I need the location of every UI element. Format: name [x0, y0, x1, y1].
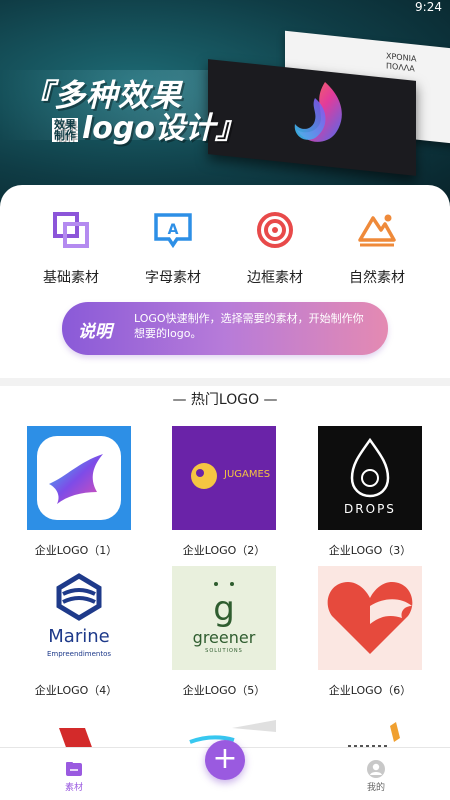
category-frame[interactable]: 边框素材 [230, 210, 320, 287]
logo-caption: 企业LOGO（3） [328, 544, 412, 557]
logo-text: Marine [48, 626, 110, 647]
status-time: 9:24 [415, 0, 442, 14]
logo-caption: 企业LOGO（4） [34, 684, 118, 697]
flame-logo-icon [294, 82, 342, 142]
letter-material-icon: A [154, 213, 192, 249]
instructions-text: LOGO快速制作，选择需要的素材，开始制作你想要的logo。 [134, 312, 364, 340]
create-logo-button[interactable]: + [205, 740, 245, 780]
logo-text: DROPS [344, 502, 396, 516]
category-label: 基础素材 [43, 270, 99, 286]
nature-material-icon [358, 214, 396, 247]
category-label: 边框素材 [247, 270, 303, 286]
banner-subtitle-main: logo设计』 [82, 111, 245, 146]
nav-materials-label: 素材 [64, 783, 83, 793]
logo-partial-icon [348, 722, 400, 747]
nav-mine-label: 我的 [366, 783, 385, 793]
logo-card[interactable]: g greener SOLUTIONS [172, 566, 276, 670]
banner-paper-text: ΧΡΟΝΙΑ ΠΟΛΛΑ [386, 51, 417, 74]
logo-partial-icon [59, 728, 93, 750]
svg-text:A: A [168, 222, 179, 238]
nav-materials[interactable]: 素材 [44, 760, 104, 793]
nav-mine[interactable]: 我的 [346, 760, 406, 793]
user-avatar-icon [367, 760, 385, 778]
instructions-banner: 说明 LOGO快速制作，选择需要的素材，开始制作你想要的logo。 [62, 302, 388, 355]
logo-card[interactable]: DROPS [318, 426, 422, 530]
frame-material-icon [257, 212, 293, 248]
logo-card-partial[interactable] [318, 720, 422, 750]
top-banner[interactable]: ΧΡΟΝΙΑ ΠΟΛΛΑ 9:24 『多种效果 效果制作 logo设计』 [0, 0, 450, 210]
greener-logo-icon: g [172, 566, 276, 670]
logo-caption: 企业LOGO（1） [34, 544, 118, 557]
logo-subtext: Empreendimentos [46, 650, 112, 658]
heart-logo-icon [318, 566, 422, 670]
logo-card[interactable] [318, 566, 422, 670]
svg-text:g: g [213, 589, 235, 629]
logo-caption: 企业LOGO（2） [182, 544, 266, 557]
materials-folder-icon [66, 762, 82, 776]
hot-logo-title: — 热门LOGO — [172, 392, 278, 408]
logo-card[interactable]: JUGAMES [172, 426, 276, 530]
plus-icon: + [212, 741, 238, 776]
category-basic[interactable]: 基础素材 [26, 210, 116, 287]
banner-subtitle: 效果制作 logo设计』 [52, 103, 245, 147]
section-divider [0, 378, 450, 386]
logo-caption: 企业LOGO（5） [182, 684, 266, 697]
logo-card[interactable] [27, 426, 131, 530]
logo-text: JUGAMES [224, 469, 271, 480]
logo-card[interactable]: Marine Empreendimentos [27, 566, 131, 670]
category-nature[interactable]: 自然素材 [332, 210, 422, 287]
logo-text: greener [192, 628, 256, 647]
category-label: 自然素材 [349, 270, 405, 286]
bird-logo-icon [37, 436, 121, 520]
basic-material-icon [53, 212, 89, 248]
instructions-title: 说明 [78, 322, 112, 342]
logo-caption: 企业LOGO（6） [328, 684, 412, 697]
logo-card-partial[interactable] [27, 720, 131, 750]
category-letter[interactable]: A 字母素材 [128, 210, 218, 287]
banner-subtitle-small: 效果制作 [52, 117, 78, 142]
category-label: 字母素材 [145, 270, 201, 286]
logo-subtext: SOLUTIONS [205, 648, 243, 654]
category-panel: 基础素材 A 字母素材 边框素材 自然素材 说明 LOGO快速制作，选择需要的素… [0, 185, 450, 385]
